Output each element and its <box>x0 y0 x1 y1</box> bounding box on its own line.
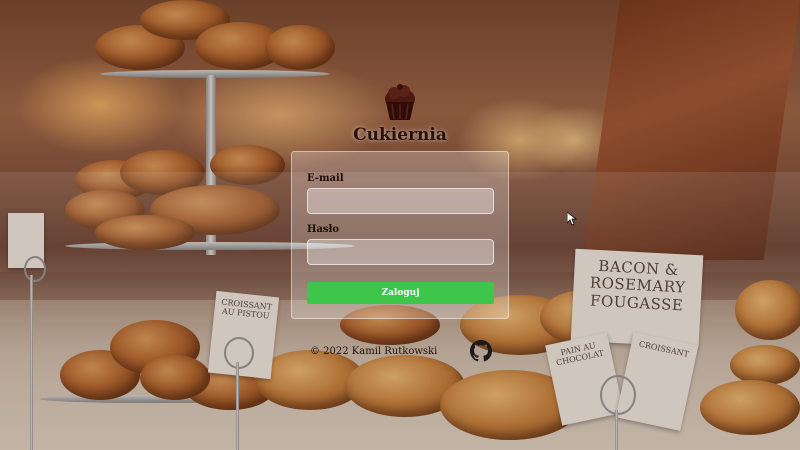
mouse-cursor-icon <box>567 212 577 226</box>
email-label: E-mail <box>307 173 344 184</box>
copyright-text: © 2022 Kamil Rutkowski <box>310 345 438 357</box>
login-button[interactable]: Zaloguj <box>307 282 494 304</box>
cupcake-icon <box>385 84 415 120</box>
login-form: E-mail Hasło Zaloguj <box>291 151 509 319</box>
github-icon <box>470 340 492 362</box>
brand-title: Cukiernia <box>353 125 447 145</box>
password-input[interactable] <box>307 239 494 265</box>
password-label: Hasło <box>307 224 340 235</box>
github-link[interactable] <box>470 340 492 362</box>
footer: © 2022 Kamil Rutkowski <box>310 340 492 362</box>
email-input[interactable] <box>307 188 494 214</box>
brand: Cukiernia <box>340 84 460 145</box>
